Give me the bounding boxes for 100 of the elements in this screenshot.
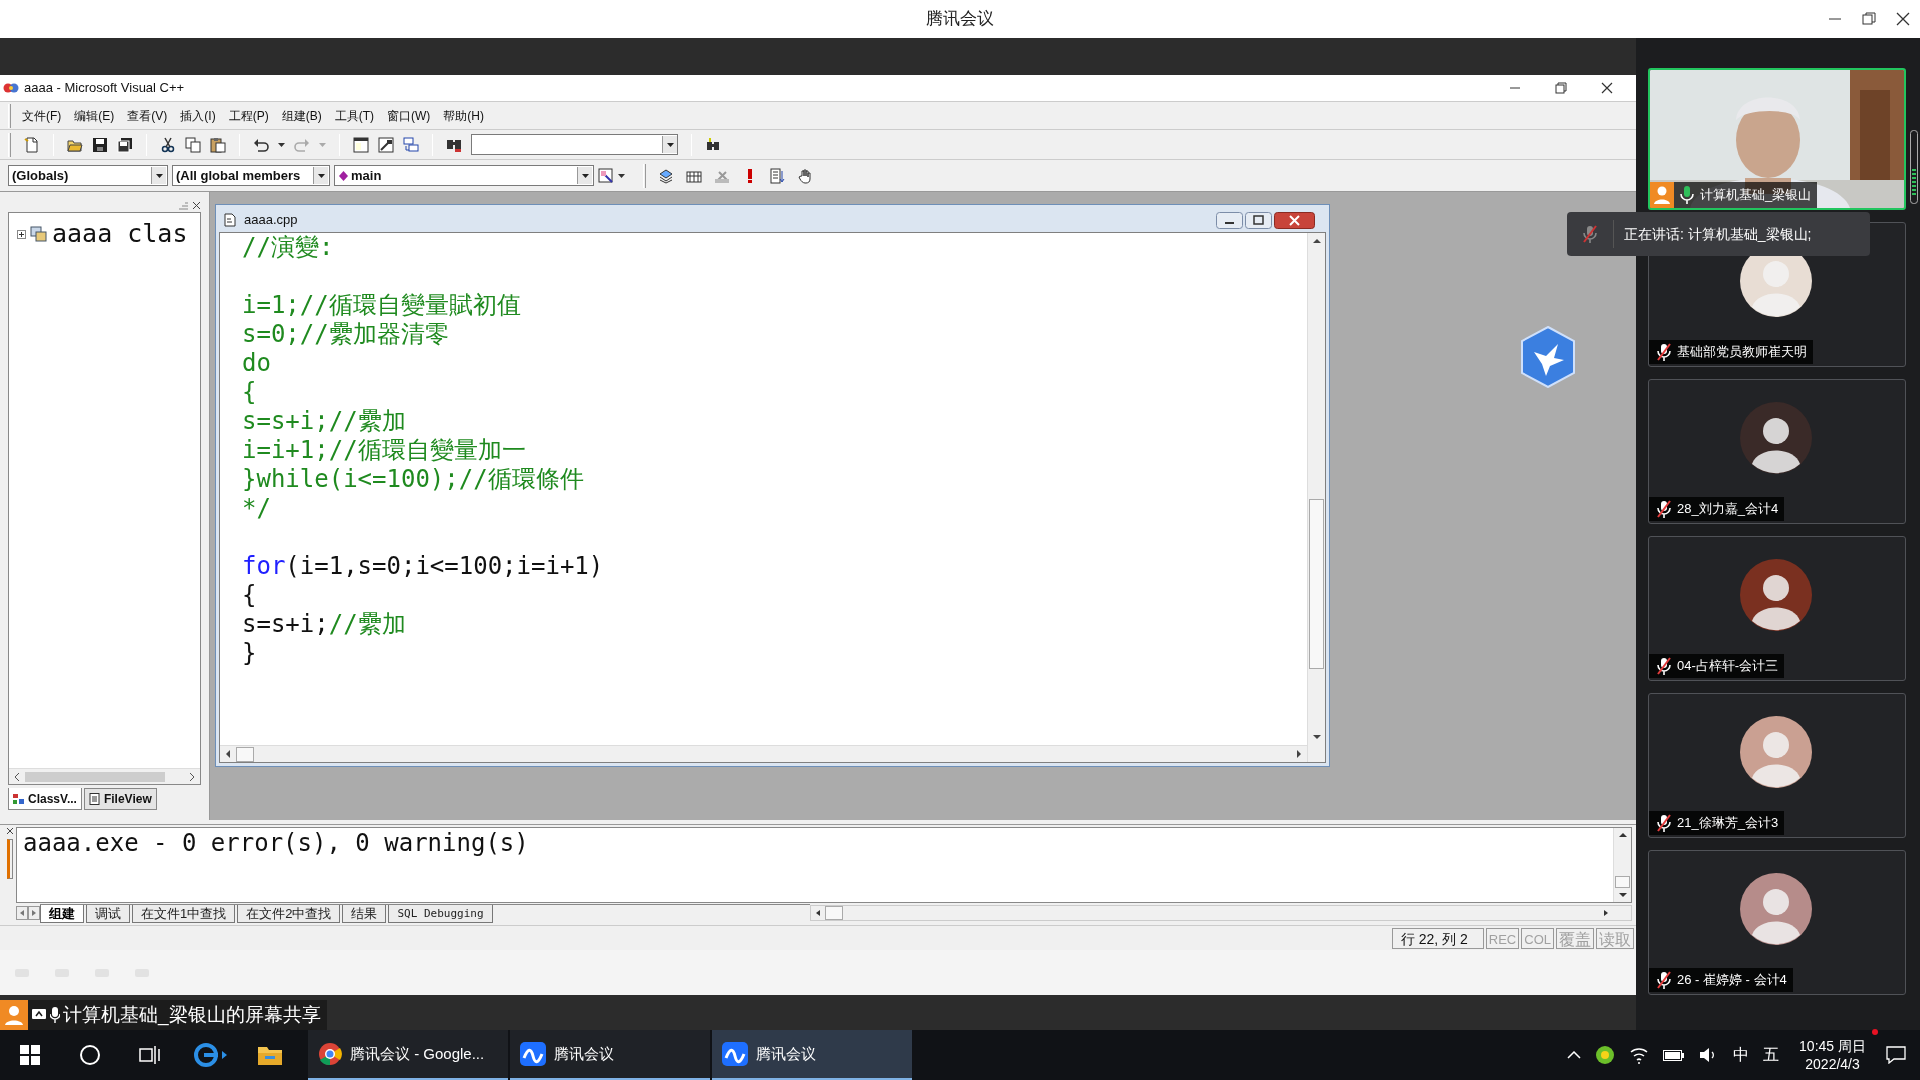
tab[interactable]: FileView	[83, 788, 157, 810]
search-icon[interactable]	[79, 1044, 101, 1066]
scroll-thumb[interactable]	[236, 746, 254, 762]
scroll-left-icon[interactable]	[16, 906, 28, 920]
task-view-icon[interactable]	[139, 1045, 161, 1065]
network-icon[interactable]	[1629, 1046, 1650, 1064]
horizontal-scrollbar[interactable]	[9, 768, 200, 784]
window-title: aaaa - Microsoft Visual C++	[24, 79, 185, 98]
taskbar-button[interactable]: 腾讯会议	[712, 1030, 912, 1080]
taskbar-button[interactable]: 腾讯会议	[510, 1030, 710, 1080]
menu-item[interactable]: 窗口(W)	[381, 106, 437, 125]
document-title: aaaa.cpp	[244, 211, 298, 230]
muted-microphone-icon	[1581, 224, 1599, 244]
person-icon	[1650, 182, 1674, 208]
tab[interactable]: 在文件1中查找	[132, 904, 236, 923]
windows-start-icon[interactable]	[20, 1045, 40, 1065]
input-method-indicator[interactable]: 五	[1763, 1043, 1780, 1067]
window-list-icon[interactable]	[403, 136, 419, 153]
scroll-thumb[interactable]	[825, 906, 843, 920]
close-icon[interactable]	[1274, 211, 1315, 229]
menu-item[interactable]: 组建(B)	[275, 106, 328, 125]
paste-icon[interactable]	[210, 136, 226, 153]
scroll-thumb[interactable]	[1615, 876, 1630, 888]
menu-item[interactable]: 工具(T)	[328, 106, 380, 125]
hand-icon[interactable]	[798, 167, 814, 184]
copy-icon[interactable]	[185, 136, 201, 153]
avatar	[1740, 402, 1812, 474]
tab[interactable]: ClassV...	[8, 788, 82, 810]
menu-item[interactable]: 帮助(H)	[437, 106, 490, 125]
new-file-icon[interactable]	[24, 136, 40, 153]
vertical-scrollbar[interactable]	[1307, 233, 1325, 762]
menu-item[interactable]: 工程(P)	[222, 106, 275, 125]
maximize-icon[interactable]	[1245, 211, 1272, 229]
close-icon[interactable]	[192, 200, 201, 210]
tab[interactable]: 组建	[40, 904, 84, 923]
status-indicator: 读取	[1596, 927, 1634, 949]
microphone-icon	[50, 1007, 60, 1023]
dropdown[interactable]: main	[334, 165, 594, 186]
input-method-indicator[interactable]: 中	[1733, 1043, 1750, 1067]
cut-icon[interactable]	[160, 136, 176, 153]
dropdown-arrow-icon	[666, 142, 674, 147]
scroll-thumb[interactable]	[25, 771, 165, 782]
notification-icon[interactable]	[1886, 1046, 1906, 1064]
dropdown[interactable]: (Globals)	[8, 165, 168, 186]
folder-icon[interactable]	[257, 1044, 283, 1066]
browser-logo-icon	[318, 1042, 342, 1066]
restore-icon[interactable]	[1862, 12, 1876, 26]
meeting-app-icon	[520, 1042, 546, 1066]
caret-icon	[221, 1051, 227, 1059]
expand-icon[interactable]	[17, 229, 26, 239]
name-tag: 基础部党员教师崔天明	[1649, 340, 1813, 364]
classes-icon	[30, 226, 48, 242]
tab[interactable]: 在文件2中查找	[237, 904, 341, 923]
output-window-icon[interactable]	[378, 136, 394, 153]
dropdown-arrow-icon[interactable]	[618, 173, 625, 178]
avatar	[1740, 873, 1812, 945]
find-icon[interactable]	[705, 136, 721, 153]
minimize-icon[interactable]	[1216, 211, 1243, 229]
menu-item[interactable]: 编辑(E)	[68, 106, 121, 125]
menu-item[interactable]: 文件(F)	[16, 106, 68, 125]
tab[interactable]: 调试	[86, 904, 130, 923]
bird-icon[interactable]	[1520, 326, 1576, 388]
close-icon[interactable]	[1896, 12, 1910, 26]
volume-level-icon	[1910, 130, 1918, 204]
close-icon[interactable]	[1601, 82, 1613, 94]
clock[interactable]: 10:45 周日 2022/4/3	[1793, 1037, 1872, 1073]
scroll-thumb[interactable]	[1309, 499, 1324, 669]
battery-icon[interactable]	[1663, 1048, 1686, 1062]
compile-icon[interactable]	[658, 167, 674, 184]
wizard-icon[interactable]	[598, 167, 614, 184]
status-indicator: COL	[1521, 927, 1554, 949]
document-icon	[224, 213, 236, 227]
code-line: i=i+1;//循環自變量加一	[242, 436, 527, 465]
menu-item[interactable]: 插入(I)	[174, 106, 222, 125]
dropdown[interactable]: (All global members	[172, 165, 330, 186]
person-icon	[0, 1000, 28, 1030]
save-icon[interactable]	[92, 136, 108, 153]
save-all-icon[interactable]	[117, 136, 133, 153]
tray-app-icon[interactable]	[1595, 1045, 1616, 1065]
dropdown-arrow-icon[interactable]	[278, 142, 285, 147]
screen-share-icon	[31, 1008, 47, 1022]
tab[interactable]: 结果	[342, 904, 387, 923]
scroll-right-icon[interactable]	[28, 906, 40, 920]
chevron-up-icon[interactable]	[1567, 1051, 1582, 1059]
tab[interactable]: SQL Debugging	[388, 904, 493, 923]
window-icon[interactable]	[353, 136, 369, 153]
code-line: {	[242, 581, 258, 610]
vertical-scrollbar[interactable]	[1613, 828, 1631, 902]
find-combo[interactable]	[471, 134, 678, 155]
code-line: do	[242, 349, 272, 378]
horizontal-scrollbar[interactable]	[220, 745, 1307, 762]
close-icon[interactable]	[6, 827, 14, 835]
browser-icon[interactable]	[193, 1043, 218, 1067]
diamond-icon	[339, 170, 348, 181]
tree-item[interactable]: aaaa clas	[52, 219, 188, 249]
horizontal-scrollbar[interactable]	[810, 905, 1632, 921]
taskbar-button[interactable]: 腾讯会议 - Google...	[308, 1030, 508, 1080]
breakpoint-list-icon[interactable]	[770, 167, 786, 184]
menu-item[interactable]: 查看(V)	[121, 106, 174, 125]
restore-icon[interactable]	[1555, 82, 1567, 94]
